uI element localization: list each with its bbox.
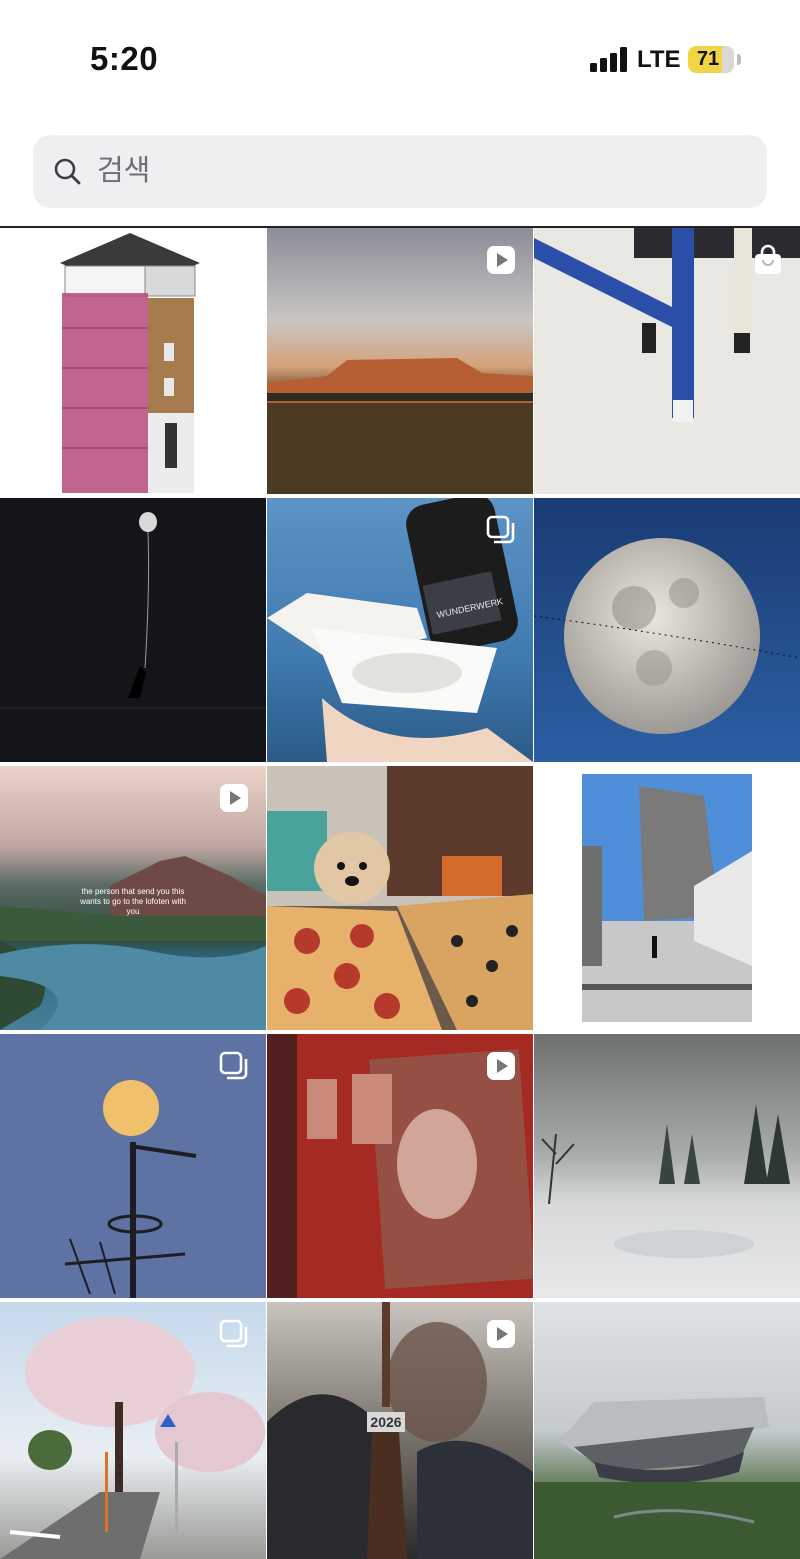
battery-tip [737,54,741,65]
network-label: LTE [637,46,681,73]
carousel-icon [753,783,782,812]
reel-icon [487,246,515,274]
grid-tile-balloon[interactable] [0,498,266,762]
moon-illustration [534,538,800,734]
battery-icon: 71 [688,46,734,73]
snow-forest-illustration [541,1104,790,1258]
grid-tile-tower[interactable] [534,766,800,1030]
carousel-icon [219,245,248,274]
grid-tile-lofoten[interactable]: the person that send you this wants to g… [0,766,266,1030]
stadium-illustration [534,1397,800,1559]
grid-tile-desert[interactable] [267,228,533,494]
grid-tile-pizza[interactable] [267,766,533,1030]
carousel-icon [219,1319,248,1348]
status-time: 5:20 [90,40,159,77]
grid-tile-jersey[interactable] [267,1034,533,1298]
grid-tile-building[interactable] [0,228,266,494]
search-input[interactable]: 검색 [97,135,150,208]
status-bar: 5:20 LTE 71 [0,0,800,120]
grid-tile-moon[interactable] [534,498,800,762]
grid-tile-tassel[interactable]: 2026 [267,1302,533,1559]
grid-tile-chair[interactable] [534,228,800,494]
grid-tile-snow[interactable] [534,1034,800,1298]
search-icon [54,158,81,185]
reel-icon [220,784,248,812]
balloon-illustration [0,512,266,709]
carousel-icon [486,515,515,544]
signal-icon [590,47,630,72]
reel-caption: the person that send you this wants to g… [80,887,186,916]
reel-icon [487,1052,515,1080]
search-bar[interactable]: 검색 [33,135,767,208]
tassel-year: 2026 [370,1414,402,1430]
grid-tile-stadium[interactable] [534,1302,800,1559]
grid-tile-moon-antenna[interactable] [0,1034,266,1298]
reel-icon [487,1320,515,1348]
shopping-bag-icon [755,244,781,274]
battery-level: 71 [696,48,720,70]
grid-tile-blossom[interactable] [0,1302,266,1559]
grid-tile-food[interactable]: WUNDERWERK [267,498,533,762]
pizza-illustration [267,766,533,1030]
carousel-icon [219,1051,248,1080]
